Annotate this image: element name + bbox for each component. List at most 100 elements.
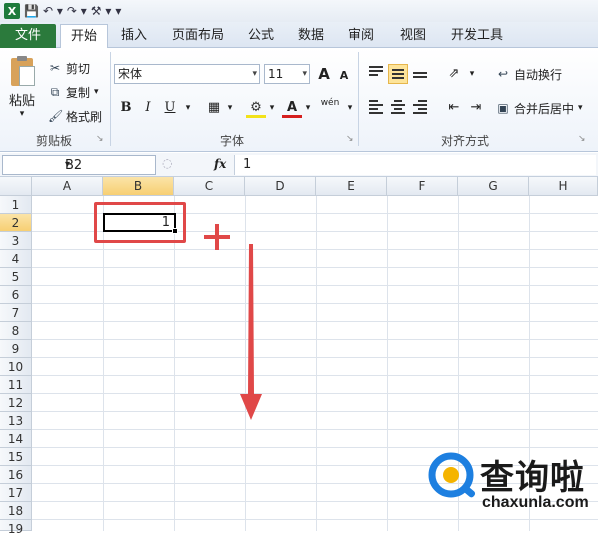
underline-label: U <box>164 100 176 115</box>
font-name-combo[interactable]: 宋体 ▾ <box>114 64 260 84</box>
cut-label: 剪切 <box>66 61 91 76</box>
quick-access-toolbar: X 💾 ↶ ▾ ↷ ▾ ⚒ ▾ ▾ <box>0 0 598 22</box>
column-header[interactable]: G <box>458 177 529 196</box>
align-top-button[interactable] <box>366 64 386 84</box>
orientation-icon[interactable]: ⇗ <box>444 64 464 84</box>
wrap-text-label: 自动换行 <box>514 67 563 82</box>
wrap-text-icon: ↩ <box>497 67 509 81</box>
column-header[interactable]: C <box>174 177 245 196</box>
column-header[interactable]: B <box>103 177 174 196</box>
customize-qat-icon[interactable]: ▾ <box>115 4 121 18</box>
grow-font-button[interactable]: A <box>314 64 334 84</box>
alignment-group-label: 对齐方式 <box>440 134 489 148</box>
copy-button[interactable]: ⧉ 复制 ▾ <box>48 82 99 102</box>
copy-label: 复制 <box>66 85 91 100</box>
chevron-down-icon[interactable]: ▾ <box>340 98 360 118</box>
row-header[interactable]: 11 <box>0 376 32 394</box>
tab-file[interactable]: 文件 <box>0 24 56 48</box>
name-box[interactable]: B2 ▾ <box>2 155 156 175</box>
row-header[interactable]: 14 <box>0 430 32 448</box>
row-header[interactable]: 1 <box>0 196 32 214</box>
font-name-value: 宋体 <box>118 67 143 81</box>
tab-data[interactable]: 数据 <box>294 24 328 48</box>
save-icon[interactable]: 💾 <box>24 4 39 18</box>
align-right-button[interactable] <box>410 98 430 118</box>
brush-icon: 🖌 <box>48 109 64 123</box>
select-all-corner[interactable] <box>0 177 32 196</box>
tab-developer[interactable]: 开发工具 <box>446 24 508 48</box>
chevron-down-icon[interactable]: ▾ <box>220 98 240 118</box>
wrap-text-button[interactable]: ↩ 自动换行 <box>496 64 562 84</box>
insert-function-icon[interactable]: fx <box>214 157 226 171</box>
dialog-launcher-icon[interactable]: ↘ <box>578 134 586 144</box>
merge-center-button[interactable]: ▣ 合并后居中 ▾ <box>496 98 582 118</box>
drag-down-arrow-icon <box>240 244 262 420</box>
tab-page-layout[interactable]: 页面布局 <box>168 24 228 48</box>
formula-bar-grip-icon[interactable]: ◌ <box>162 156 172 170</box>
italic-button[interactable]: I <box>138 98 158 118</box>
tool-icon[interactable]: ⚒ ▾ <box>91 4 112 18</box>
row-header[interactable]: 19 <box>0 520 32 536</box>
paste-button[interactable]: 粘贴 ▾ <box>4 52 40 126</box>
tab-home[interactable]: 开始 <box>60 24 108 49</box>
row-header[interactable]: 2 <box>0 214 32 232</box>
row-header[interactable]: 18 <box>0 502 32 520</box>
bold-button[interactable]: B <box>116 98 136 118</box>
row-header[interactable]: 12 <box>0 394 32 412</box>
phonetic-button[interactable]: wén <box>320 98 340 118</box>
merge-center-label: 合并后居中 <box>514 101 575 116</box>
chevron-down-icon[interactable]: ▾ <box>178 98 198 118</box>
row-header[interactable]: 7 <box>0 304 32 322</box>
chevron-down-icon[interactable]: ▾ <box>298 98 318 118</box>
redo-icon[interactable]: ↷ ▾ <box>67 4 87 18</box>
watermark-logo-icon <box>428 452 476 498</box>
column-header[interactable]: F <box>387 177 458 196</box>
align-middle-button[interactable] <box>388 64 408 84</box>
tab-view[interactable]: 视图 <box>396 24 430 48</box>
column-header[interactable]: E <box>316 177 387 196</box>
decrease-indent-icon[interactable]: ⇤ <box>444 98 464 118</box>
row-header[interactable]: 6 <box>0 286 32 304</box>
row-header[interactable]: 17 <box>0 484 32 502</box>
align-center-button[interactable] <box>388 98 408 118</box>
chevron-down-icon[interactable]: ▾ <box>262 98 282 118</box>
tab-formulas[interactable]: 公式 <box>244 24 278 48</box>
excel-app-icon[interactable]: X <box>4 3 20 19</box>
chevron-down-icon[interactable]: ▾ <box>462 64 482 84</box>
shrink-font-label: A <box>339 69 349 82</box>
font-group-label: 字体 <box>219 134 244 148</box>
paste-label: 粘贴 <box>8 94 35 109</box>
row-header[interactable]: 3 <box>0 232 32 250</box>
font-size-combo[interactable]: 11 ▾ <box>264 64 310 84</box>
format-painter-button[interactable]: 🖌 格式刷 <box>48 106 102 126</box>
column-header[interactable]: D <box>245 177 316 196</box>
row-header[interactable]: 5 <box>0 268 32 286</box>
row-header[interactable]: 9 <box>0 340 32 358</box>
row-header[interactable]: 8 <box>0 322 32 340</box>
column-header[interactable]: A <box>32 177 103 196</box>
plus-cursor-icon <box>204 224 230 250</box>
undo-icon[interactable]: ↶ ▾ <box>43 4 63 18</box>
chevron-down-icon: ▾ <box>252 69 257 79</box>
grow-font-label: A <box>318 65 330 83</box>
align-left-button[interactable] <box>366 98 386 118</box>
scissors-icon: ✂ <box>49 61 61 75</box>
formula-input[interactable]: 1 <box>234 155 596 175</box>
row-header[interactable]: 4 <box>0 250 32 268</box>
increase-indent-icon[interactable]: ⇥ <box>466 98 486 118</box>
row-header[interactable]: 15 <box>0 448 32 466</box>
cut-button[interactable]: ✂ 剪切 <box>48 58 90 78</box>
dialog-launcher-icon[interactable]: ↘ <box>96 134 104 144</box>
align-bottom-button[interactable] <box>410 64 430 84</box>
shrink-font-button[interactable]: A <box>334 66 354 86</box>
annotation-highlight-box <box>94 202 186 243</box>
row-header[interactable]: 16 <box>0 466 32 484</box>
underline-button[interactable]: U <box>160 98 180 118</box>
row-header[interactable]: 10 <box>0 358 32 376</box>
dialog-launcher-icon[interactable]: ↘ <box>346 134 354 144</box>
column-header[interactable]: H <box>529 177 598 196</box>
chevron-down-icon: ▾ <box>302 69 307 79</box>
tab-insert[interactable]: 插入 <box>116 24 152 48</box>
tab-review[interactable]: 审阅 <box>344 24 378 48</box>
row-header[interactable]: 13 <box>0 412 32 430</box>
